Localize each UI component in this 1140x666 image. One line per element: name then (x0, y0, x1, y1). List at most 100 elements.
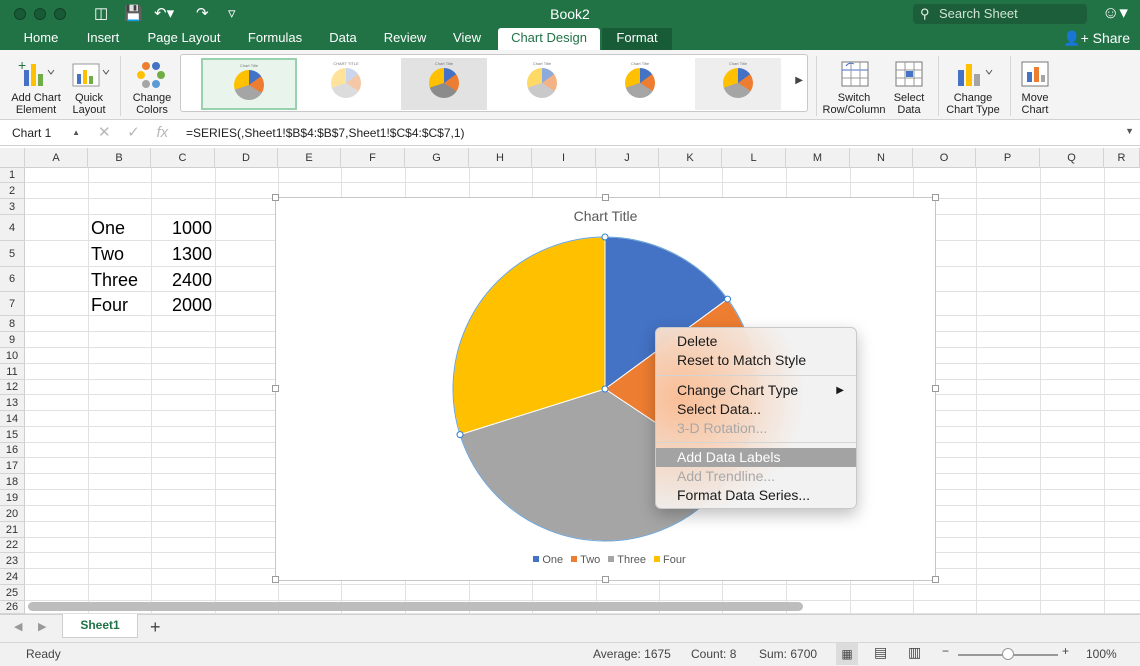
row-header-12[interactable]: 12 (0, 380, 25, 395)
tab-format[interactable]: Format (602, 28, 672, 50)
chart-legend[interactable]: One Two Three Four (276, 554, 935, 566)
cell-b6[interactable]: Three (91, 268, 138, 292)
row-header-23[interactable]: 23 (0, 553, 25, 569)
resize-handle[interactable] (932, 576, 939, 583)
row-header-10[interactable]: 10 (0, 348, 25, 364)
row-header-9[interactable]: 9 (0, 332, 25, 348)
row-header-1[interactable]: 1 (0, 168, 25, 183)
menu-item-reset-to-match-style[interactable]: Reset to Match Style (656, 351, 856, 370)
tab-insert[interactable]: Insert (74, 28, 132, 50)
cell-b7[interactable]: Four (91, 293, 128, 317)
legend-entry-three[interactable]: Three (600, 554, 646, 566)
tab-page-layout[interactable]: Page Layout (138, 28, 230, 50)
enter-icon[interactable]: ✓ (127, 124, 140, 141)
chart-style-6[interactable]: Chart Title (695, 58, 781, 110)
row-header-7[interactable]: 7 (0, 292, 25, 316)
resize-handle[interactable] (932, 385, 939, 392)
row-header-13[interactable]: 13 (0, 395, 25, 411)
zoom-in-icon[interactable]: + (1062, 644, 1069, 658)
search-input[interactable]: ⚲ Search Sheet (913, 4, 1087, 24)
resize-handle[interactable] (272, 576, 279, 583)
chart-style-3[interactable]: Chart Title (401, 58, 487, 110)
column-header-l[interactable]: L (722, 148, 786, 168)
column-header-i[interactable]: I (532, 148, 596, 168)
row-header-18[interactable]: 18 (0, 474, 25, 490)
row-header-24[interactable]: 24 (0, 569, 25, 585)
select-data-button[interactable]: Select Data (888, 56, 930, 116)
legend-entry-two[interactable]: Two (563, 554, 600, 566)
cell-c6[interactable]: 2400 (151, 268, 212, 292)
resize-handle[interactable] (602, 576, 609, 583)
row-header-4[interactable]: 4 (0, 215, 25, 241)
chart-style-2[interactable]: CHART TITLE (303, 58, 389, 110)
tab-view[interactable]: View (442, 28, 492, 50)
column-header-q[interactable]: Q (1040, 148, 1104, 168)
gallery-next-icon[interactable]: ▶ (795, 75, 803, 86)
row-header-3[interactable]: 3 (0, 199, 25, 215)
column-header-e[interactable]: E (278, 148, 341, 168)
cell-c7[interactable]: 2000 (151, 293, 212, 317)
column-header-a[interactable]: A (25, 148, 88, 168)
row-header-14[interactable]: 14 (0, 411, 25, 427)
legend-entry-four[interactable]: Four (646, 554, 686, 566)
column-header-k[interactable]: K (659, 148, 722, 168)
page-layout-view-icon[interactable]: ▤ (874, 644, 887, 661)
tab-formulas[interactable]: Formulas (238, 28, 312, 50)
row-header-11[interactable]: 11 (0, 364, 25, 380)
menu-item-delete[interactable]: Delete (656, 332, 856, 351)
formula-input[interactable]: =SERIES(,Sheet1!$B$4:$B$7,Sheet1!$C$4:$C… (186, 123, 465, 143)
resize-handle[interactable] (272, 385, 279, 392)
page-break-view-icon[interactable]: ▥ (908, 644, 921, 661)
legend-entry-one[interactable]: One (525, 554, 563, 566)
cell-b4[interactable]: One (91, 216, 125, 240)
column-header-b[interactable]: B (88, 148, 151, 168)
series-selection-handle[interactable] (724, 295, 732, 303)
menu-item-format-data-series[interactable]: Format Data Series... (656, 486, 856, 505)
column-header-o[interactable]: O (913, 148, 976, 168)
column-header-m[interactable]: M (786, 148, 850, 168)
zoom-slider-thumb[interactable] (1002, 648, 1014, 660)
move-chart-button[interactable]: Move Chart (1014, 56, 1056, 116)
row-header-6[interactable]: 6 (0, 267, 25, 292)
row-header-25[interactable]: 25 (0, 585, 25, 601)
change-colors-button[interactable]: Change Colors (126, 56, 178, 116)
resize-handle[interactable] (932, 194, 939, 201)
row-header-15[interactable]: 15 (0, 427, 25, 443)
name-box[interactable]: Chart 1▲▼ (4, 123, 84, 157)
menu-item-change-chart-type[interactable]: Change Chart Type ▶ (656, 381, 856, 400)
zoom-out-icon[interactable]: − (942, 644, 949, 658)
series-selection-handle[interactable] (601, 233, 609, 241)
scroll-right-icon[interactable]: ▶ (38, 620, 46, 633)
column-header-r[interactable]: R (1104, 148, 1140, 168)
row-header-20[interactable]: 20 (0, 506, 25, 522)
tab-data[interactable]: Data (318, 28, 368, 50)
cell-c4[interactable]: 1000 (151, 216, 212, 240)
switch-row-column-button[interactable]: Switch Row/Column (820, 56, 888, 116)
tab-chart-design[interactable]: Chart Design (498, 28, 600, 50)
row-header-22[interactable]: 22 (0, 538, 25, 553)
chart-style-1[interactable]: Chart Title (201, 58, 297, 110)
normal-view-icon[interactable]: ▦ (836, 643, 858, 665)
select-all-corner[interactable] (0, 148, 25, 168)
series-selection-handle[interactable] (456, 431, 464, 439)
column-header-d[interactable]: D (215, 148, 278, 168)
menu-item-select-data[interactable]: Select Data... (656, 400, 856, 419)
change-chart-type-button[interactable]: Change Chart Type (942, 56, 1004, 116)
row-header-8[interactable]: 8 (0, 316, 25, 332)
share-button[interactable]: 👤+ Share (1063, 28, 1130, 48)
cell-b5[interactable]: Two (91, 242, 124, 266)
column-header-h[interactable]: H (469, 148, 532, 168)
chart-style-5[interactable]: Chart Title (597, 58, 683, 110)
sheet-tab-sheet1[interactable]: Sheet1 (62, 614, 138, 638)
menu-item-add-data-labels[interactable]: Add Data Labels (656, 448, 856, 467)
expand-formula-icon[interactable]: ▼ (1125, 126, 1134, 136)
resize-handle[interactable] (602, 194, 609, 201)
column-header-c[interactable]: C (151, 148, 215, 168)
add-chart-element-button[interactable]: + Add Chart Element (6, 56, 66, 116)
row-header-21[interactable]: 21 (0, 522, 25, 538)
smiley-feedback-icon[interactable]: ☺▾ (1102, 4, 1128, 22)
column-header-p[interactable]: P (976, 148, 1040, 168)
cell-c5[interactable]: 1300 (151, 242, 212, 266)
column-header-f[interactable]: F (341, 148, 405, 168)
series-selection-handle[interactable] (601, 385, 609, 393)
